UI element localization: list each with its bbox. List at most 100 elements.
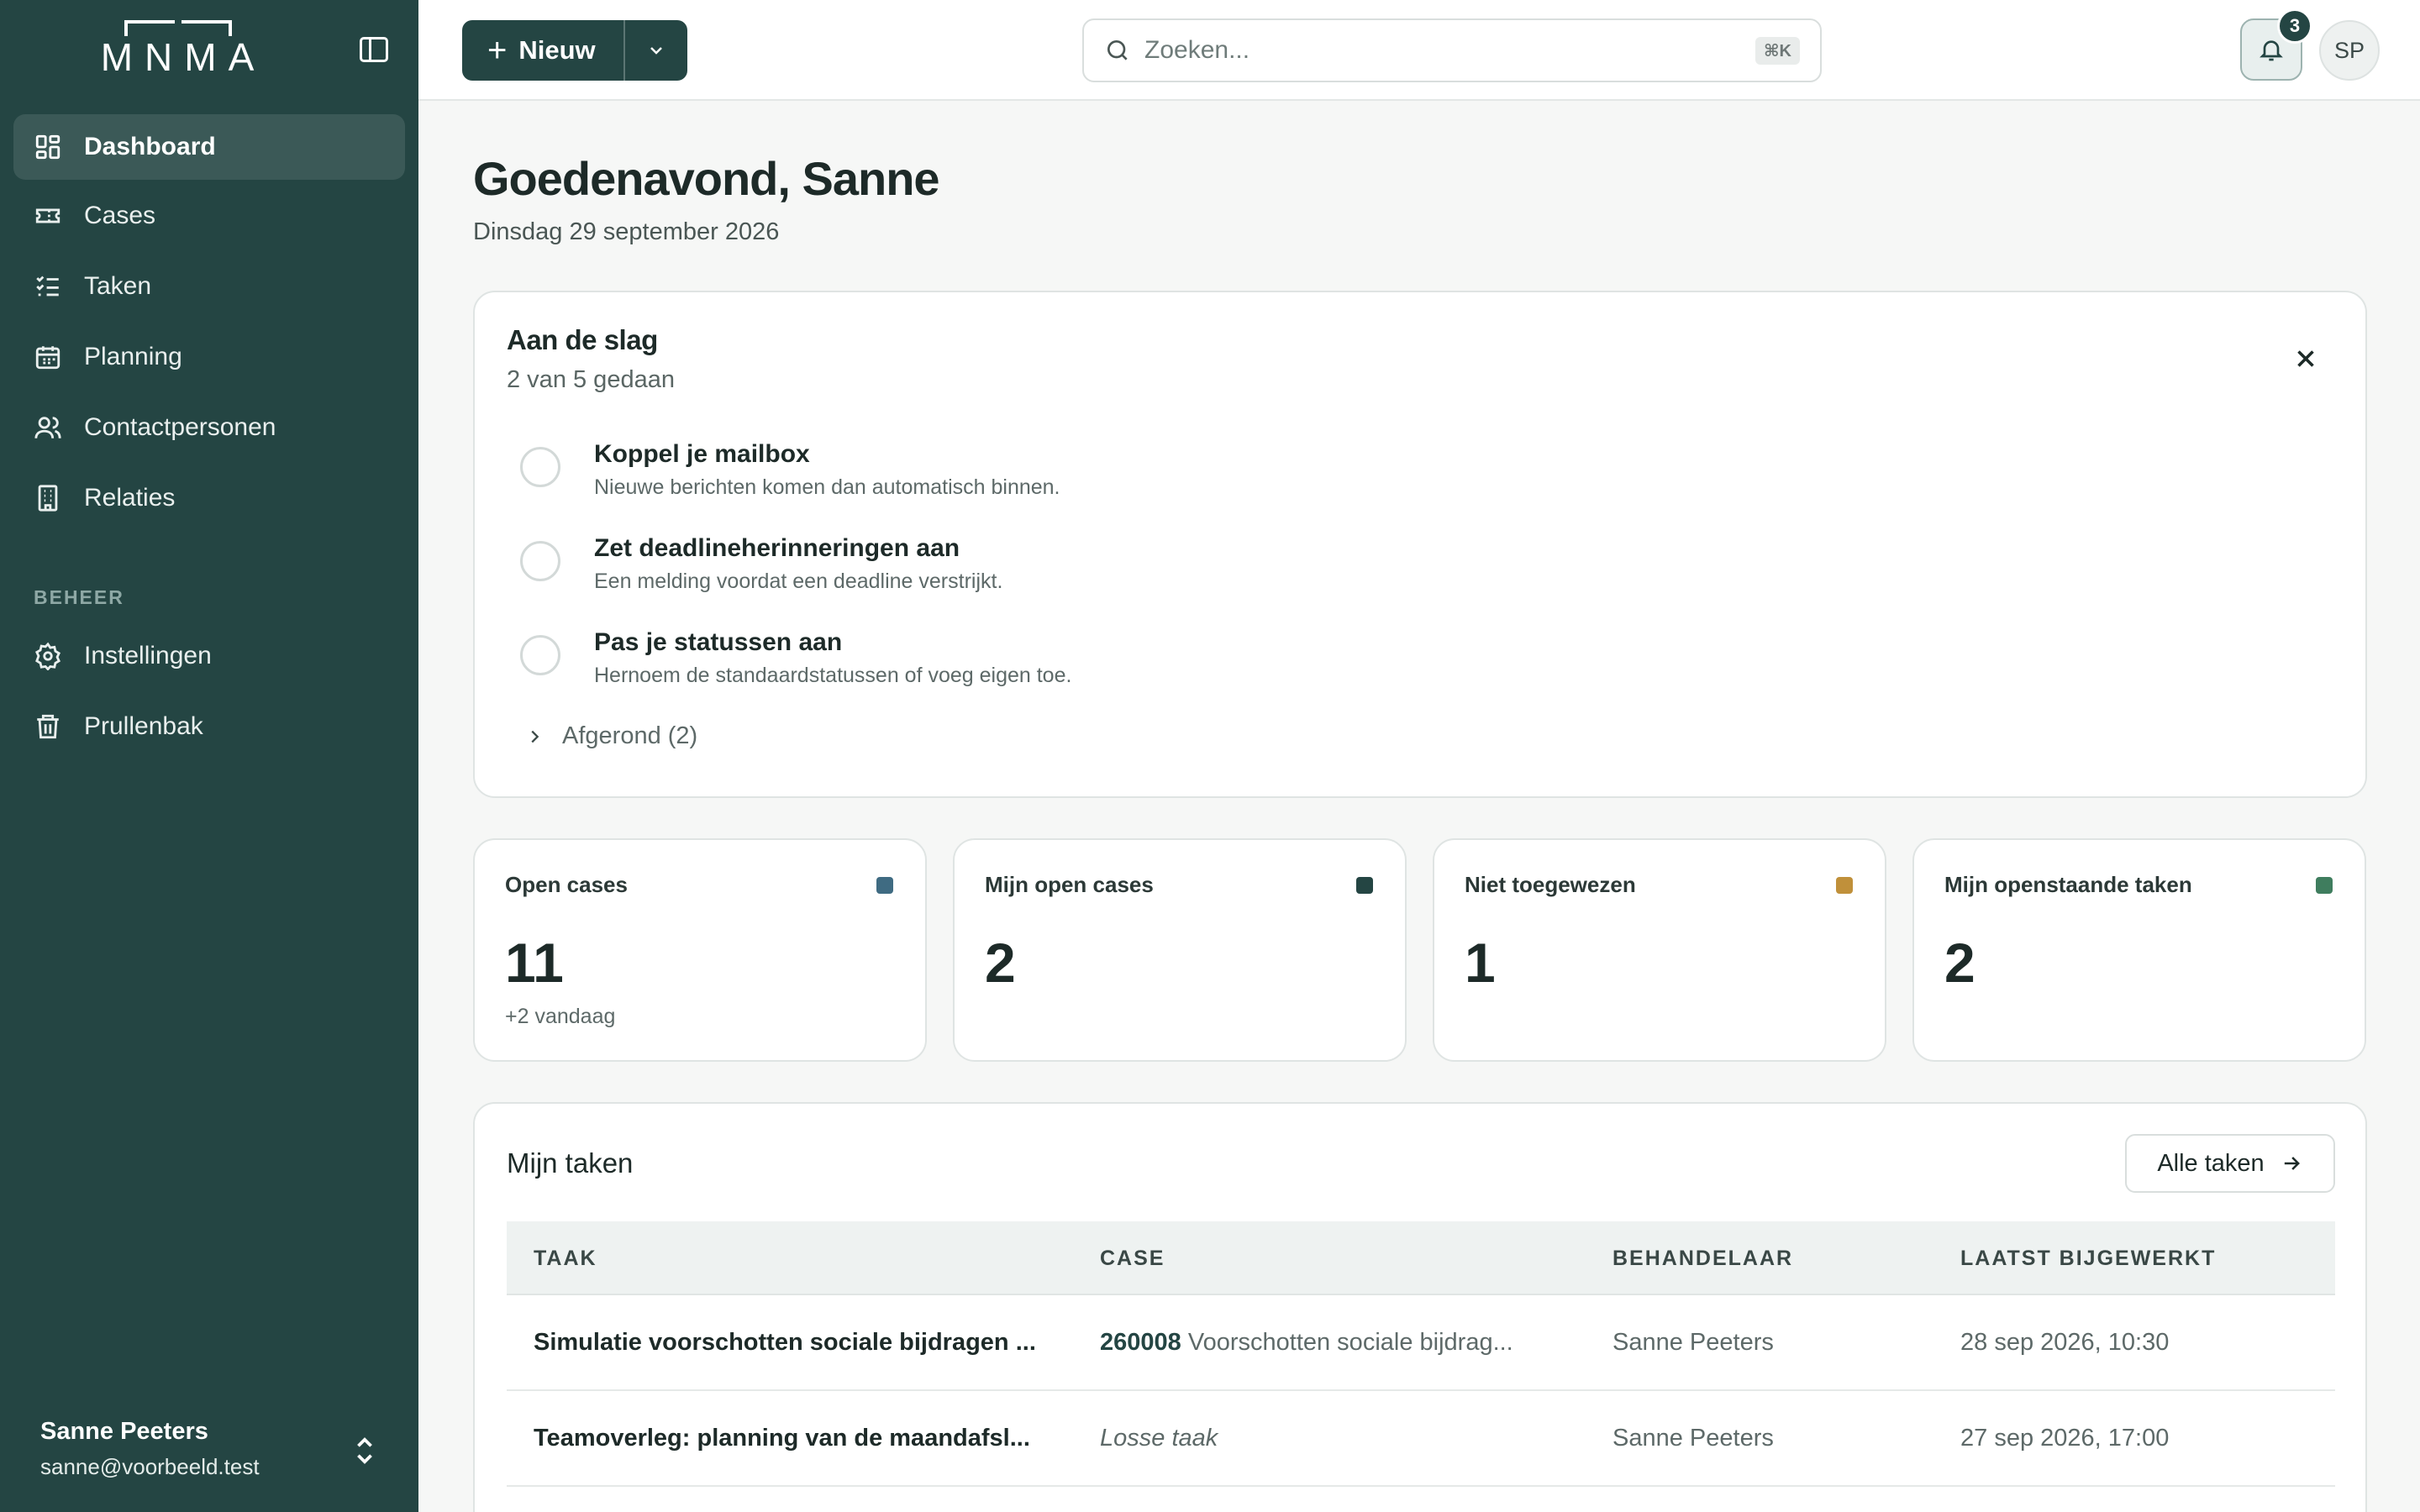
onboarding-card: Aan de slag 2 van 5 gedaan Koppel je mai… xyxy=(473,291,2367,798)
sidebar-item-label: Instellingen xyxy=(84,642,212,669)
chevron-down-icon xyxy=(650,47,662,55)
case-title: Losse taak xyxy=(1100,1425,1218,1452)
stat-color-dot xyxy=(1356,877,1373,894)
table-row[interactable]: Simulatie voorschotten sociale bijdragen… xyxy=(507,1297,2335,1391)
new-button-group: + Nieuw xyxy=(462,20,687,81)
task-title: Teamoverleg: planning van de maandafsl..… xyxy=(534,1425,1030,1452)
assignee: Sanne Peeters xyxy=(1612,1329,1774,1356)
bell-icon xyxy=(2260,40,2283,61)
column-header[interactable]: LAATST BIJGEWERKT xyxy=(1960,1247,2216,1271)
search-shortcut: ⌘K xyxy=(1755,37,1800,65)
case-title: Voorschotten sociale bijdrag... xyxy=(1187,1329,1513,1356)
stat-value: 2 xyxy=(985,932,1016,994)
building-icon xyxy=(34,484,62,512)
sidebar-item-instellingen[interactable]: Instellingen xyxy=(13,623,405,689)
new-dropdown-button[interactable] xyxy=(625,20,687,81)
case-number: 260008 xyxy=(1100,1329,1181,1356)
search-input[interactable]: Zoeken... ⌘K xyxy=(1082,18,1822,82)
plus-icon: + xyxy=(487,32,508,69)
step-description: Nieuwe berichten komen dan automatisch b… xyxy=(594,475,1060,499)
table-header: TAAK CASE BEHANDELAAR LAATST BIJGEWERKT xyxy=(507,1221,2335,1295)
step-checkbox[interactable] xyxy=(520,447,560,487)
logo-text: MNMA xyxy=(88,36,270,78)
completed-toggle-label: Afgerond (2) xyxy=(562,722,698,749)
search-icon xyxy=(1107,40,1128,60)
stat-value: 2 xyxy=(1944,932,1975,994)
onboarding-progress: 2 van 5 gedaan xyxy=(507,366,675,393)
sidebar-item-label: Cases xyxy=(84,202,156,229)
step-title: Pas je statussen aan xyxy=(594,628,843,656)
sidebar-item-label: Contactpersonen xyxy=(84,413,276,441)
completed-toggle[interactable]: Afgerond (2) xyxy=(525,722,697,750)
sidebar: MNMA Dashboard Cases Taken Planning Cont… xyxy=(0,0,418,1512)
topbar: + Nieuw Zoeken... ⌘K 3 SP xyxy=(418,0,2420,101)
sidebar-item-label: Taken xyxy=(84,272,152,300)
last-updated: 28 sep 2026, 10:30 xyxy=(1960,1329,2170,1356)
sidebar-item-contactpersonen[interactable]: Contactpersonen xyxy=(13,395,405,460)
step-title: Koppel je mailbox xyxy=(594,440,810,468)
new-button-label: Nieuw xyxy=(518,35,596,65)
avatar[interactable]: SP xyxy=(2319,20,2380,81)
sidebar-item-dashboard[interactable]: Dashboard xyxy=(13,114,405,180)
ticket-icon xyxy=(34,202,62,230)
stat-card-my-open-tasks[interactable]: Mijn openstaande taken 2 xyxy=(1912,838,2366,1062)
step-checkbox[interactable] xyxy=(520,541,560,581)
sidebar-item-label: Relaties xyxy=(84,484,176,512)
step-description: Een melding voordat een deadline verstri… xyxy=(594,570,1003,593)
step-description: Hernoem de standaardstatussen of voeg ei… xyxy=(594,664,1072,687)
section-label-beheer: BEHEER xyxy=(34,586,124,608)
page-title: Goedenavond, Sanne xyxy=(473,152,940,205)
onboarding-step[interactable]: Koppel je mailbox Nieuwe berichten komen… xyxy=(520,440,1697,512)
all-tasks-button[interactable]: Alle taken xyxy=(2125,1134,2335,1193)
onboarding-step[interactable]: Pas je statussen aan Hernoem de standaar… xyxy=(520,628,1697,701)
task-title: Simulatie voorschotten sociale bijdragen… xyxy=(534,1329,1036,1356)
case-cell[interactable]: 260008 Voorschotten sociale bijdrag... xyxy=(1100,1329,1579,1357)
stat-label: Mijn openstaande taken xyxy=(1944,872,2192,897)
dashboard-icon xyxy=(34,133,62,161)
stat-label: Open cases xyxy=(505,872,628,897)
user-name: Sanne Peeters xyxy=(40,1418,208,1445)
app-logo[interactable]: MNMA xyxy=(88,18,270,79)
sidebar-item-prullenbak[interactable]: Prullenbak xyxy=(13,694,405,759)
stat-label: Niet toegewezen xyxy=(1465,872,1636,897)
gear-icon xyxy=(34,642,62,670)
chevron-up-down-icon[interactable] xyxy=(353,1436,376,1465)
column-header[interactable]: TAAK xyxy=(534,1247,597,1271)
users-icon xyxy=(34,413,62,442)
stat-value: 11 xyxy=(505,932,564,994)
user-email: sanne@voorbeeld.test xyxy=(40,1454,260,1479)
sidebar-item-label: Planning xyxy=(84,343,182,370)
table-row[interactable]: Teamoverleg: planning van de maandafsl..… xyxy=(507,1393,2335,1487)
step-title: Zet deadlineherinneringen aan xyxy=(594,534,960,562)
sidebar-item-label: Prullenbak xyxy=(84,712,203,740)
calendar-icon xyxy=(34,343,62,371)
onboarding-step[interactable]: Zet deadlineherinneringen aan Een meldin… xyxy=(520,534,1697,606)
notification-badge: 3 xyxy=(2277,8,2312,44)
column-header[interactable]: BEHANDELAAR xyxy=(1612,1247,1793,1271)
sidebar-item-taken[interactable]: Taken xyxy=(13,254,405,319)
sidebar-toggle-icon[interactable] xyxy=(360,37,388,62)
arrow-right-icon xyxy=(2284,1157,2300,1170)
sidebar-item-relaties[interactable]: Relaties xyxy=(13,465,405,531)
stat-sub: +2 vandaag xyxy=(505,1005,616,1028)
stat-color-dot xyxy=(876,877,893,894)
new-button[interactable]: + Nieuw xyxy=(462,20,625,81)
stat-card-my-open-cases[interactable]: Mijn open cases 2 xyxy=(953,838,1407,1062)
stat-color-dot xyxy=(1836,877,1853,894)
stat-card-unassigned[interactable]: Niet toegewezen 1 xyxy=(1433,838,1886,1062)
column-header[interactable]: CASE xyxy=(1100,1247,1165,1271)
stat-color-dot xyxy=(2316,877,2333,894)
sidebar-item-planning[interactable]: Planning xyxy=(13,324,405,390)
close-icon[interactable] xyxy=(2291,344,2320,373)
step-checkbox[interactable] xyxy=(520,635,560,675)
all-tasks-label: Alle taken xyxy=(2157,1149,2265,1177)
sidebar-item-label: Dashboard xyxy=(84,133,216,160)
trash-icon xyxy=(34,712,62,741)
user-menu[interactable]: Sanne Peeters sanne@voorbeeld.test xyxy=(40,1418,260,1480)
stat-label: Mijn open cases xyxy=(985,872,1154,897)
onboarding-title: Aan de slag xyxy=(507,324,658,355)
stat-card-open-cases[interactable]: Open cases 11 +2 vandaag xyxy=(473,838,927,1062)
assignee: Sanne Peeters xyxy=(1612,1425,1774,1452)
search-placeholder: Zoeken... xyxy=(1144,36,1250,64)
sidebar-item-cases[interactable]: Cases xyxy=(13,183,405,249)
